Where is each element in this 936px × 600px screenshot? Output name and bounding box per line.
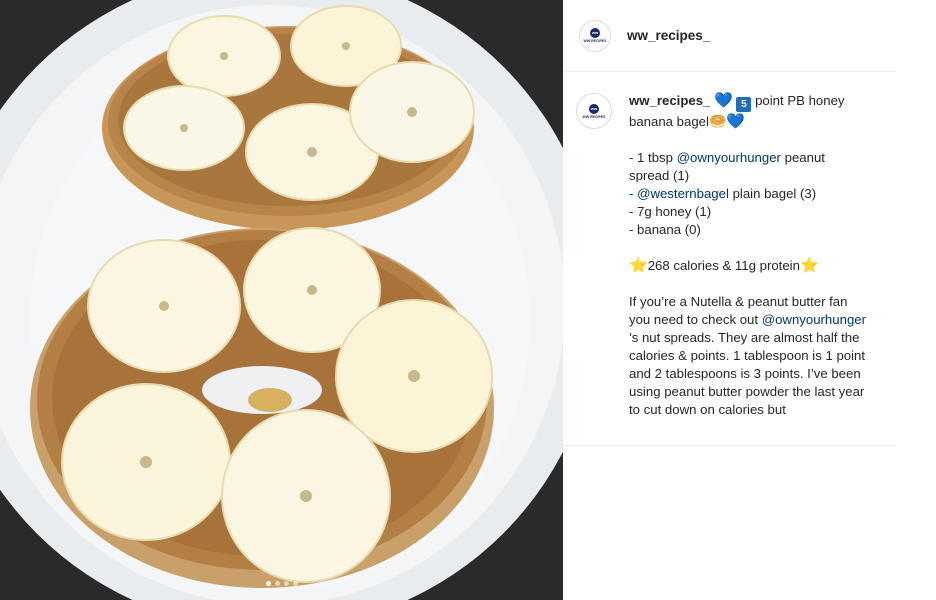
carousel-dot[interactable] — [274, 581, 280, 586]
ingredient-line: - banana (0) — [629, 221, 867, 239]
ingredient-line: - 7g honey (1) — [629, 203, 867, 221]
mention-link[interactable]: @ownyourhunger — [677, 150, 781, 165]
caption-body: If you’re a Nutella & peanut butter fan … — [629, 293, 867, 419]
carousel-dot[interactable] — [292, 581, 298, 586]
blue-heart-icon: 💙 — [726, 113, 746, 130]
ingredient-text: - banana (0) — [629, 222, 701, 237]
caption-title-text: point PB honey — [755, 93, 845, 108]
mention-link[interactable]: @ownyourhunger — [762, 312, 866, 327]
ww-logo-icon: ww — [590, 28, 600, 38]
post-header: ww WW RECIPES ww_recipes_ — [563, 0, 896, 72]
star-icon: ⭐ — [799, 257, 819, 274]
carousel-dot[interactable] — [283, 581, 289, 586]
nutrition-text: 268 calories & 11g protein — [647, 258, 800, 273]
ingredient-line: - @westernbagel plain bagel (3) — [629, 185, 867, 203]
carousel-indicator — [0, 581, 563, 586]
carousel-dot[interactable] — [265, 581, 271, 586]
mention-link[interactable]: @westernbagel — [637, 186, 729, 201]
caption-username[interactable]: ww_recipes_ — [629, 93, 710, 108]
profile-avatar[interactable]: ww WW RECIPES — [579, 19, 611, 52]
post-details-panel: ww WW RECIPES ww_recipes_ ww WW RECIPES … — [563, 0, 896, 446]
avatar-label: WW RECIPES — [582, 114, 606, 119]
caption-title: ww_recipes_ 💙 5 point PB honey banana ba… — [629, 92, 867, 131]
ingredient-text: - 1 tbsp — [629, 150, 677, 165]
caption-title-text-2: banana bagel — [629, 114, 709, 129]
ingredient-text: plain bagel (3) — [728, 186, 817, 201]
caption-row: ww WW RECIPES ww_recipes_ 💙 5 point PB h… — [563, 72, 896, 419]
star-icon: ⭐ — [629, 257, 648, 274]
post-photo[interactable] — [0, 0, 563, 600]
blue-heart-icon: 💙 — [714, 92, 733, 109]
ingredient-text: - — [629, 186, 638, 201]
caption-body-text: ’s nut spreads. They are almost half the… — [629, 330, 866, 417]
nutrition-line: ⭐268 calories & 11g protein⭐ — [629, 257, 867, 275]
bagel-photo-image — [0, 0, 563, 600]
avatar-label: WW RECIPES — [583, 39, 607, 43]
ww-logo-icon: ww — [589, 103, 599, 114]
post-caption: ww_recipes_ 💙 5 point PB honey banana ba… — [629, 92, 867, 419]
caption-avatar[interactable]: ww WW RECIPES — [576, 93, 612, 129]
ingredient-line: - 1 tbsp @ownyourhunger peanut spread (1… — [629, 149, 867, 185]
bagel-icon: 🥯 — [708, 113, 727, 129]
ingredient-text: - 7g honey (1) — [629, 204, 712, 219]
number-five-icon: 5 — [736, 97, 752, 112]
header-username[interactable]: ww_recipes_ — [627, 28, 710, 43]
